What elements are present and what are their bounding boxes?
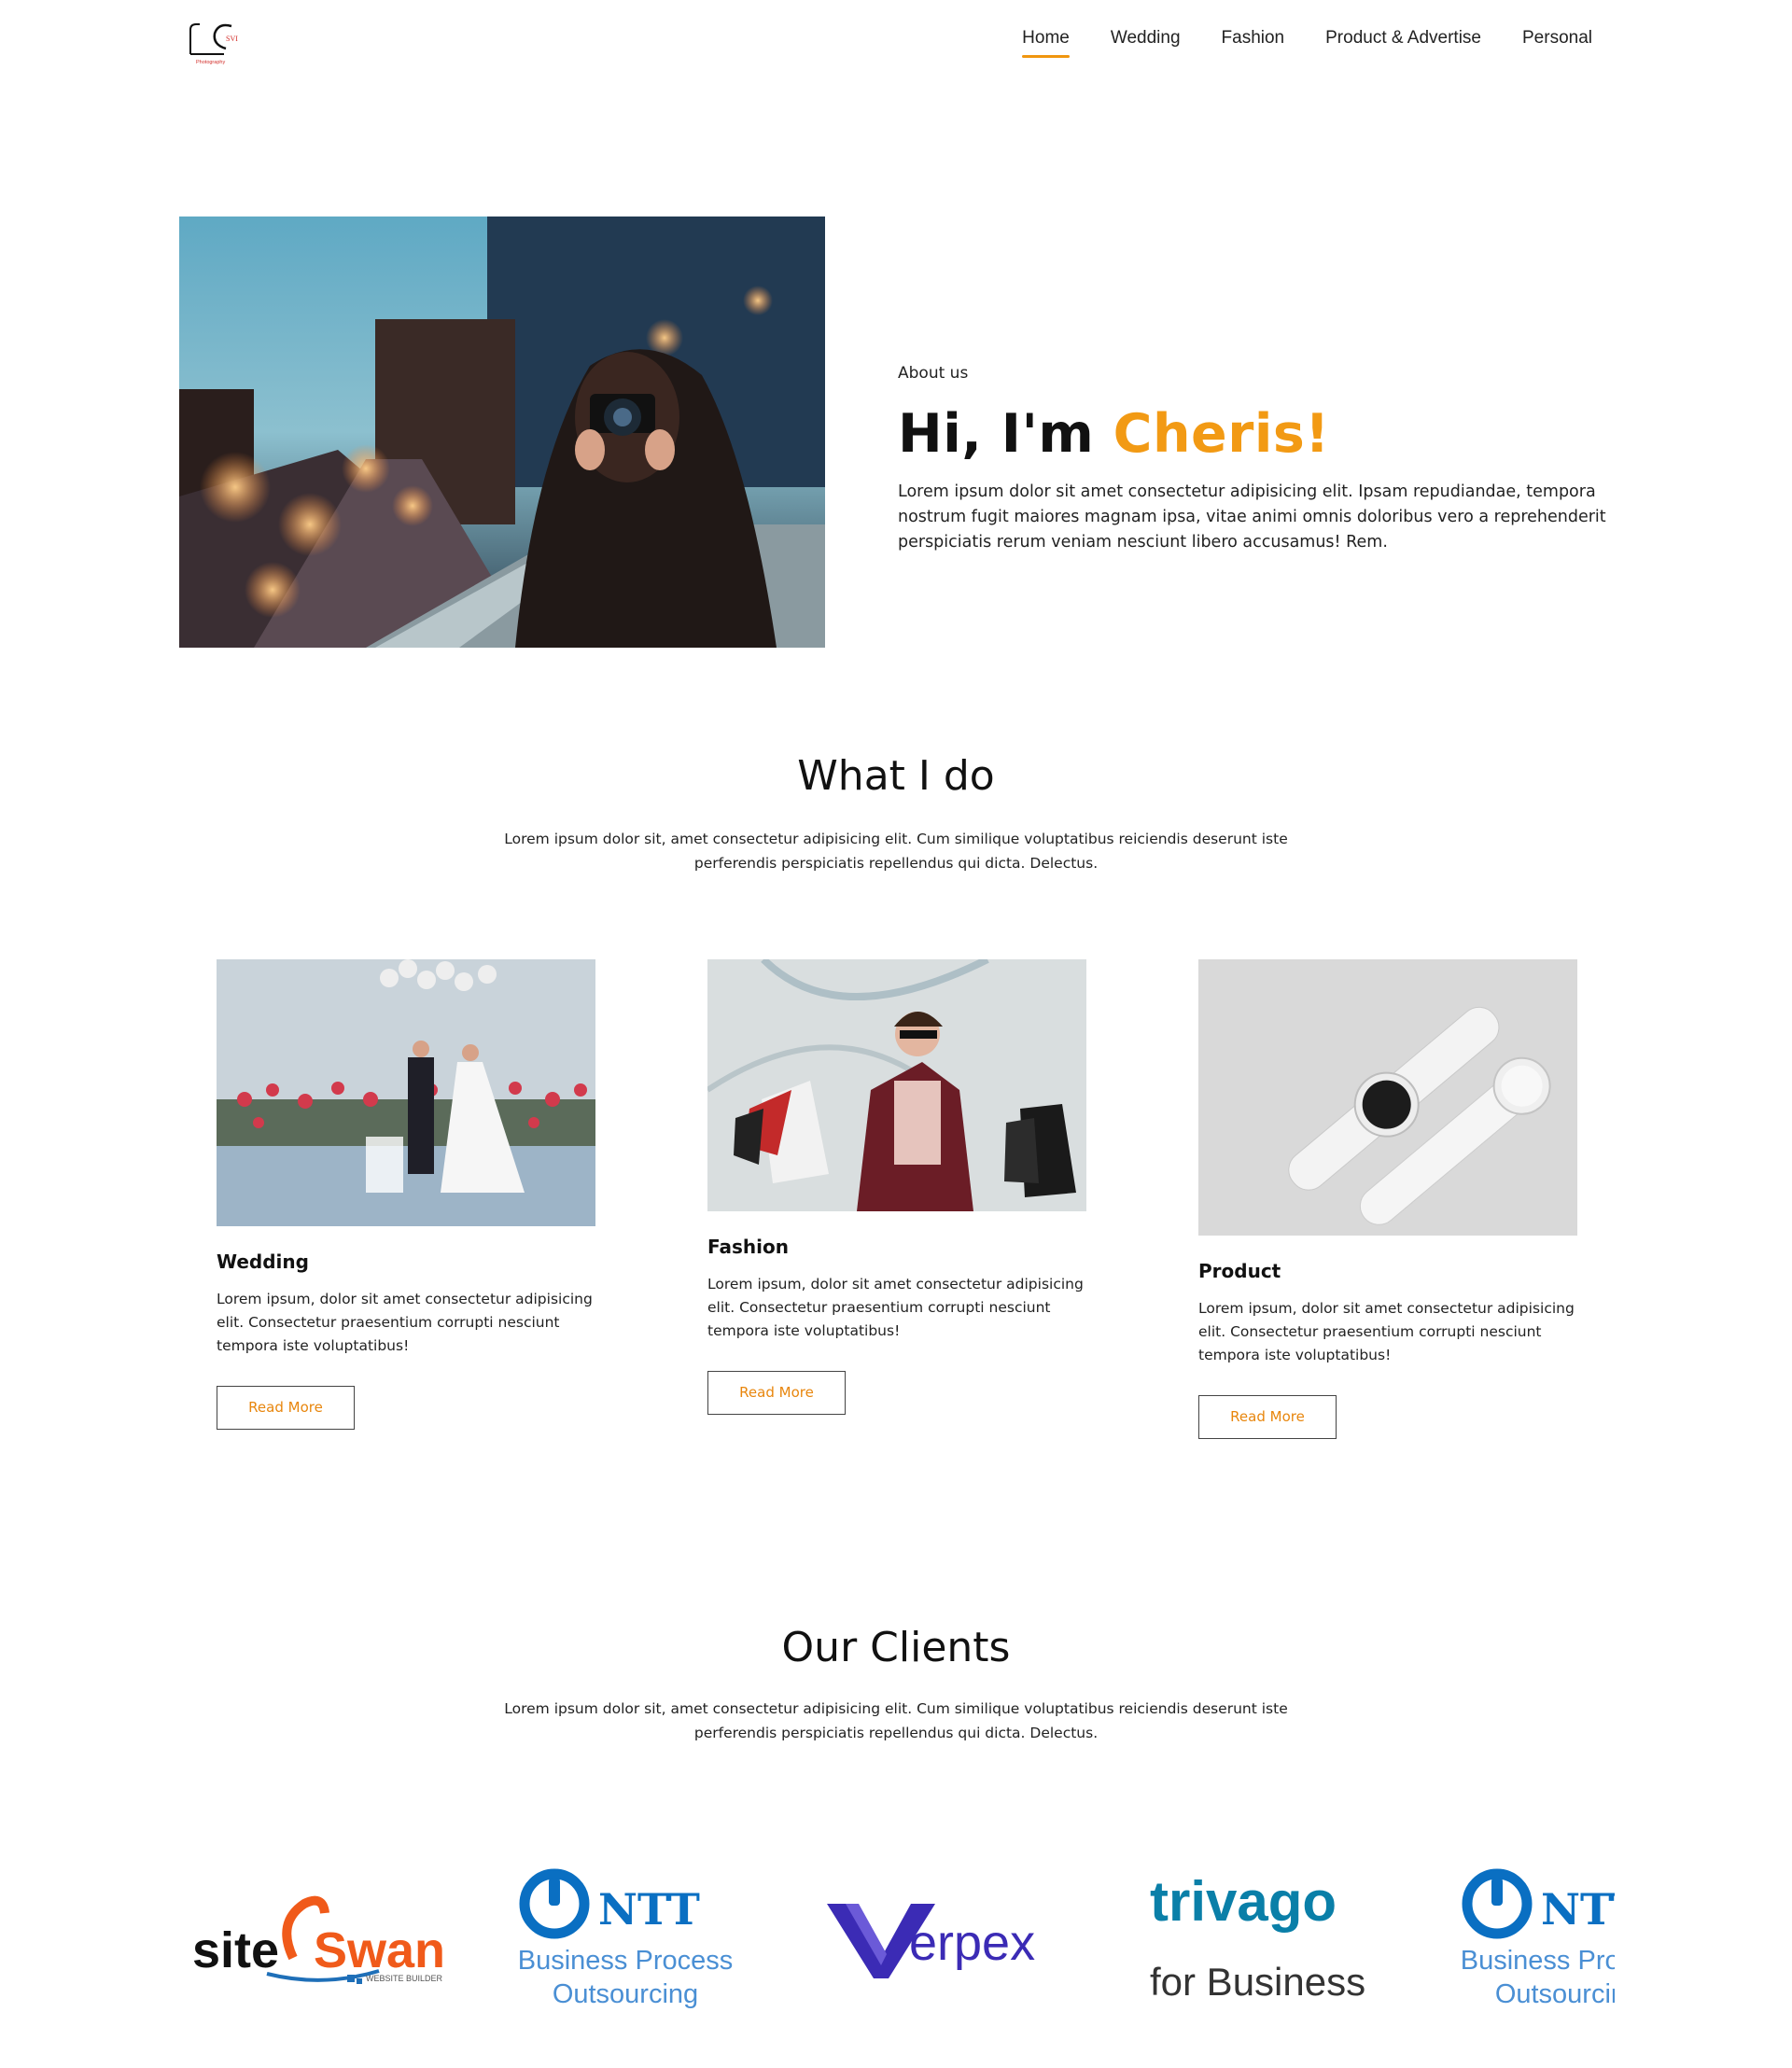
heading-prefix: Hi, I'm [898, 403, 1113, 465]
card-title: Product [1198, 1260, 1281, 1282]
service-card-fashion: Fashion Lorem ipsum, dolor sit amet cons… [707, 959, 1086, 1415]
about-section: About us Hi, I'm Cheris! Lorem ipsum dol… [898, 364, 1626, 555]
about-body: Lorem ipsum dolor sit amet consectetur a… [898, 482, 1606, 552]
card-body: Lorem ipsum, dolor sit amet consectetur … [1198, 1300, 1575, 1363]
nav-item-product-advertise[interactable]: Product & Advertise [1325, 28, 1481, 56]
logo-text: NTT [598, 1884, 700, 1935]
logo-text: Outsourcing [1495, 1979, 1615, 2009]
nav-item-fashion[interactable]: Fashion [1222, 28, 1285, 56]
logo-text: erpex [909, 1915, 1035, 1971]
card-body: Lorem ipsum, dolor sit amet consectetur … [707, 1276, 1084, 1339]
clients-title: Our Clients [781, 1624, 1011, 1671]
heading-accent: Cheris! [1113, 403, 1330, 465]
about-photo [179, 217, 825, 648]
read-more-button[interactable]: Read More [217, 1386, 355, 1430]
read-more-button[interactable]: Read More [1198, 1395, 1337, 1439]
logo-text: Business Process [518, 1946, 734, 1976]
logo-text: Outsourcing [553, 1979, 698, 2009]
main-nav: Home Wedding Fashion Product & Advertise… [1022, 28, 1592, 58]
client-logo-ntt[interactable]: NTT Business Process Outsourcing [510, 1857, 752, 2044]
logo-text: for Business [1150, 1960, 1365, 2004]
read-more-button[interactable]: Read More [707, 1371, 846, 1415]
card-title: Fashion [707, 1236, 789, 1258]
nav-item-personal[interactable]: Personal [1522, 28, 1592, 56]
logo-text: site [192, 1922, 279, 1978]
card-title: Wedding [217, 1251, 309, 1273]
clients-carousel[interactable]: site Swan WEBSITE BUILDER NTT Business P… [183, 1857, 1615, 2044]
logo-sub: Photography [196, 60, 225, 65]
client-logo-trivago[interactable]: trivago for Business [1144, 1857, 1387, 2044]
wedding-photo [217, 959, 595, 1226]
what-i-do-desc: Lorem ipsum dolor sit, amet consectetur … [504, 831, 1288, 872]
service-card-product: Product Lorem ipsum, dolor sit amet cons… [1198, 959, 1577, 1439]
nav-item-home[interactable]: Home [1022, 28, 1070, 58]
about-heading: Hi, I'm Cheris! [898, 403, 1626, 465]
fashion-photo [707, 959, 1086, 1211]
product-photo [1198, 959, 1577, 1236]
client-logo-siteswan[interactable]: site Swan WEBSITE BUILDER [183, 1857, 463, 2044]
clients-desc: Lorem ipsum dolor sit, amet consectetur … [504, 1700, 1288, 1741]
logo-text: Swan [314, 1922, 445, 1978]
site-header: SVI Photography Home Wedding Fashion Pro… [0, 0, 1792, 84]
logo-text: trivago [1150, 1870, 1337, 1933]
logo-text: Business Process [1461, 1946, 1615, 1976]
logo-text: SVI [226, 35, 238, 43]
client-logo-verpex[interactable]: erpex [827, 1857, 1079, 2044]
logo-text: NTT [1541, 1884, 1615, 1935]
service-card-wedding: Wedding Lorem ipsum, dolor sit amet cons… [217, 959, 595, 1430]
about-eyebrow: About us [898, 364, 969, 383]
nav-item-wedding[interactable]: Wedding [1111, 28, 1181, 56]
logo-text: WEBSITE BUILDER [366, 1974, 443, 1983]
client-logo-ntt[interactable]: NTT Business Process Outsourcing [1452, 1857, 1615, 2044]
card-body: Lorem ipsum, dolor sit amet consectetur … [217, 1291, 593, 1354]
what-i-do-title: What I do [797, 752, 995, 800]
site-logo[interactable]: SVI Photography [187, 13, 252, 69]
